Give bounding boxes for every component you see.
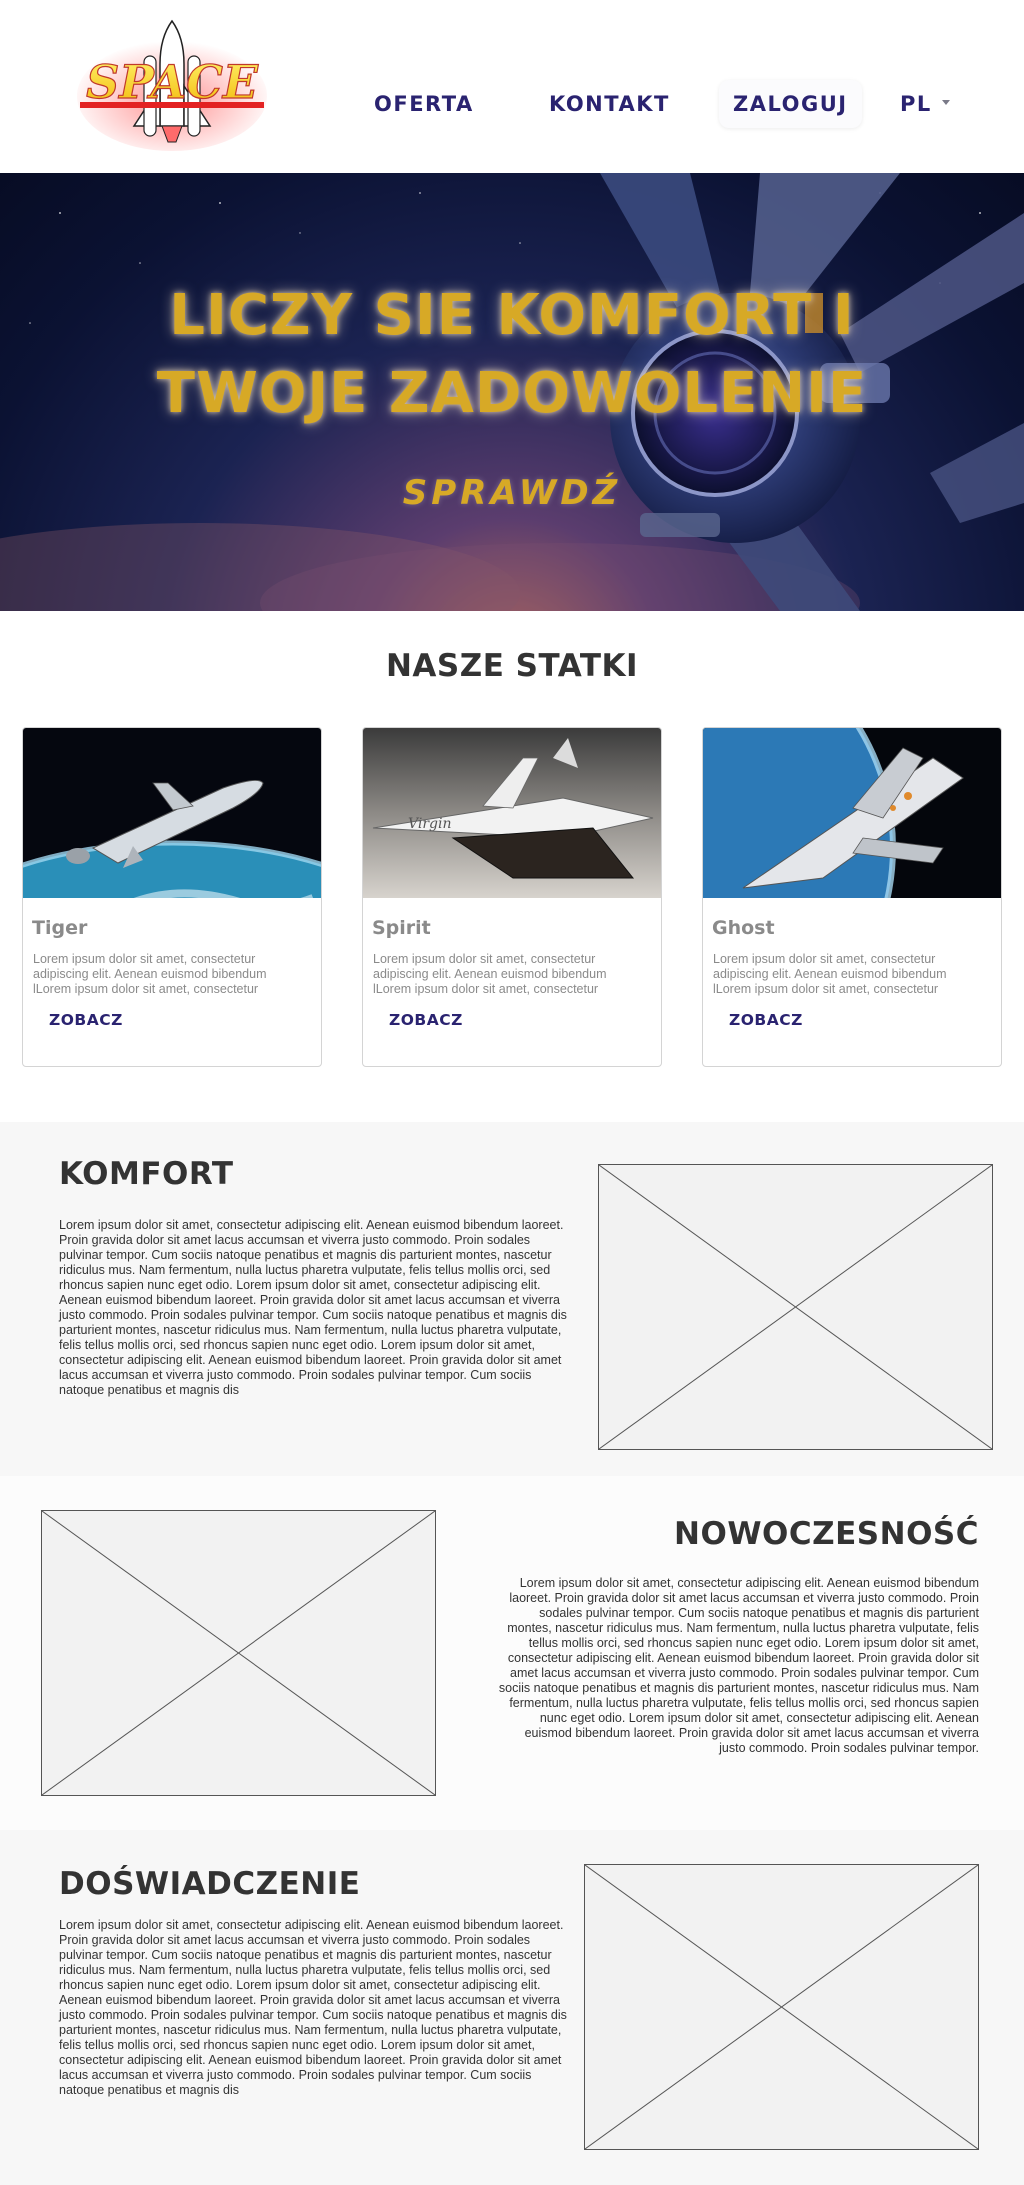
nav-login-button[interactable]: ZALOGUJ: [719, 80, 862, 128]
ship-description: Lorem ipsum dolor sit amet, consectetur …: [33, 952, 267, 996]
ship-description: Lorem ipsum dolor sit amet, consectetur …: [373, 952, 607, 996]
ship-view-button[interactable]: ZOBACZ: [389, 1011, 463, 1029]
feature-section-modernity: NOWOCZESNOŚĆ Lorem ipsum dolor sit amet,…: [0, 1476, 1024, 1830]
language-label: PL: [900, 92, 932, 116]
feature-title: KOMFORT: [59, 1156, 234, 1192]
site-header: SPACE OFERTA KONTAKT ZALOGUJ PL: [0, 0, 1024, 173]
nav-contact-link[interactable]: KONTAKT: [549, 84, 670, 124]
hero-title-line1: LICZY SIE KOMFORT I: [169, 283, 855, 348]
chevron-down-icon: [941, 99, 950, 105]
hero-banner: LICZY SIE KOMFORT I TWOJE ZADOWOLENIE SP…: [0, 173, 1024, 611]
feature-text: Lorem ipsum dolor sit amet, consectetur …: [59, 1218, 567, 1397]
ship-view-button[interactable]: ZOBACZ: [49, 1011, 123, 1029]
nav-offer-link[interactable]: OFERTA: [374, 84, 474, 124]
hero-title-line2: TWOJE ZADOWOLENIE: [156, 361, 868, 426]
ship-card-spirit: Virgin Spirit Lorem ipsum dolor sit amet…: [362, 727, 662, 1067]
ship-description: Lorem ipsum dolor sit amet, consectetur …: [713, 952, 947, 996]
feature-title: NOWOCZESNOŚĆ: [674, 1516, 979, 1552]
feature-title: DOŚWIADCZENIE: [59, 1866, 361, 1902]
ship-name: Tiger: [32, 917, 88, 939]
language-selector[interactable]: PL: [900, 84, 950, 124]
feature-text: Lorem ipsum dolor sit amet, consectetur …: [498, 1576, 979, 1755]
image-placeholder-icon: [41, 1510, 436, 1796]
ship-card-ghost: Ghost Lorem ipsum dolor sit amet, consec…: [702, 727, 1002, 1067]
ship-view-button[interactable]: ZOBACZ: [729, 1011, 803, 1029]
ship-name: Ghost: [712, 917, 775, 939]
main-nav: OFERTA KONTAKT ZALOGUJ PL: [0, 80, 1024, 128]
ship-image-spirit: Virgin: [363, 728, 661, 898]
hero-title: LICZY SIE KOMFORT I TWOJE ZADOWOLENIE: [60, 277, 964, 433]
ship-name: Spirit: [372, 917, 431, 939]
ship-image-ghost: [703, 728, 1001, 898]
image-placeholder-icon: [584, 1864, 979, 2150]
ships-section-title: NASZE STATKI: [385, 648, 639, 684]
ship-image-tiger: [23, 728, 321, 898]
ship-card-tiger: Tiger Lorem ipsum dolor sit amet, consec…: [22, 727, 322, 1067]
image-placeholder-icon: [598, 1164, 993, 1450]
feature-text: Lorem ipsum dolor sit amet, consectetur …: [59, 1918, 567, 2097]
feature-section-experience: DOŚWIADCZENIE Lorem ipsum dolor sit amet…: [0, 1830, 1024, 2185]
hero-cta-button[interactable]: SPRAWDŹ: [362, 473, 662, 513]
feature-section-comfort: KOMFORT Lorem ipsum dolor sit amet, cons…: [0, 1122, 1024, 1476]
svg-text:Virgin: Virgin: [408, 816, 452, 832]
